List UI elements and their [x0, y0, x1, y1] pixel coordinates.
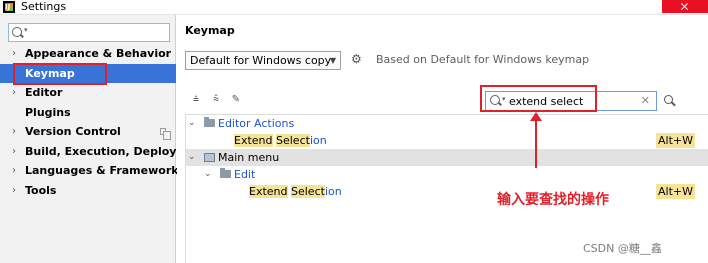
- title-bar: IJ Settings: [0, 0, 708, 15]
- sidebar-item-label: Tools: [25, 183, 57, 197]
- tree-node-edit[interactable]: ⌄ Edit: [186, 166, 708, 183]
- tree-action-extend-selection[interactable]: Extend Selection Alt+W: [186, 183, 708, 200]
- search-icon: [12, 27, 22, 37]
- menu-icon: [204, 153, 215, 162]
- sidebar-item-appearance-behavior[interactable]: › Appearance & Behavior: [0, 44, 176, 64]
- intellij-app-icon: IJ: [3, 1, 15, 13]
- chevron-down-icon: ▼: [329, 56, 336, 65]
- annotation-text: 输入要查找的操作: [497, 192, 609, 208]
- search-icon: [490, 95, 500, 105]
- chevron-right-icon: ›: [12, 87, 16, 98]
- chevron-down-icon: ▾: [502, 95, 506, 103]
- gear-icon[interactable]: ⚙: [351, 53, 362, 65]
- folder-icon: [220, 168, 231, 178]
- chevron-down-icon[interactable]: ⌄: [188, 149, 196, 166]
- collapse-all-icon[interactable]: ⩯: [209, 94, 223, 106]
- chevron-right-icon: ›: [12, 184, 16, 196]
- highlight-box: [13, 62, 107, 85]
- chevron-right-icon: ›: [12, 165, 16, 176]
- sidebar-item-languages-frameworks[interactable]: › Languages & Frameworks: [0, 161, 185, 181]
- app-icon-text: IJ: [5, 3, 11, 11]
- close-button[interactable]: [662, 0, 708, 13]
- action-label: Extend Selection: [234, 134, 327, 147]
- sidebar-item-label: Version Control: [25, 125, 121, 138]
- tree-node-label: Main menu: [218, 151, 280, 164]
- copy-icon: [160, 128, 171, 140]
- chevron-down-icon: ▾: [24, 26, 28, 34]
- annotation-arrow: [535, 118, 537, 168]
- sidebar-item-label: Languages & Frameworks: [25, 164, 186, 177]
- find-by-shortcut-icon[interactable]: [664, 95, 676, 107]
- settings-sidebar: ▾ › Appearance & Behavior Keymap › Edito…: [0, 15, 208, 263]
- keymap-search-input[interactable]: ▾ ✕: [485, 91, 657, 111]
- sidebar-item-label: Appearance & Behavior: [25, 47, 172, 60]
- tree-node-label: Editor Actions: [218, 117, 295, 130]
- shortcut-badge: Alt+W: [656, 133, 695, 148]
- chevron-down-icon[interactable]: ⌄: [188, 115, 196, 132]
- window-title: Settings: [21, 0, 67, 13]
- tree-node-editor-actions[interactable]: ⌄ Editor Actions: [186, 115, 708, 132]
- watermark: CSDN @糖__鑫: [583, 242, 662, 255]
- action-label: Extend Selection: [249, 185, 342, 198]
- sidebar-item-editor[interactable]: › Editor: [0, 83, 176, 103]
- sidebar-item-label: Plugins: [25, 105, 71, 119]
- tree-node-label: Edit: [234, 168, 256, 181]
- chevron-right-icon: ›: [12, 48, 16, 59]
- sidebar-item-keymap[interactable]: Keymap: [0, 62, 176, 85]
- page-title: Keymap: [185, 24, 235, 37]
- settings-nav: › Appearance & Behavior Keymap › Editor …: [0, 44, 208, 201]
- keymap-scheme-select[interactable]: Default for Windows copy ▼: [185, 51, 341, 70]
- keymap-search-field[interactable]: [509, 93, 634, 109]
- keymap-panel: Keymap Default for Windows copy ▼ ⚙ Base…: [177, 15, 708, 263]
- sidebar-item-plugins[interactable]: Plugins: [0, 103, 176, 123]
- tree-node-main-menu[interactable]: ⌄ Main menu: [186, 149, 708, 166]
- chevron-right-icon: ›: [12, 145, 16, 157]
- edit-pencil-icon[interactable]: ✎: [229, 94, 243, 106]
- sidebar-item-build-execution-deployment[interactable]: › Build, Execution, Deployment: [0, 142, 208, 162]
- expand-all-icon[interactable]: ⩮: [189, 94, 203, 106]
- sidebar-search-input[interactable]: ▾: [8, 23, 170, 42]
- shortcut-badge: Alt+W: [656, 184, 695, 199]
- chevron-down-icon[interactable]: ⌄: [204, 166, 212, 183]
- folder-icon: [204, 117, 215, 127]
- based-on-text: Based on Default for Windows keymap: [376, 53, 590, 66]
- sidebar-item-tools[interactable]: › Tools: [0, 181, 176, 201]
- sidebar-item-label: Editor: [25, 86, 63, 99]
- sidebar-item-version-control[interactable]: › Version Control: [0, 122, 176, 142]
- keymap-scheme-value: Default for Windows copy: [190, 54, 332, 67]
- chevron-right-icon: ›: [12, 126, 16, 137]
- tree-action-extend-selection[interactable]: Extend Selection Alt+W: [186, 132, 708, 149]
- clear-icon[interactable]: ✕: [641, 94, 650, 107]
